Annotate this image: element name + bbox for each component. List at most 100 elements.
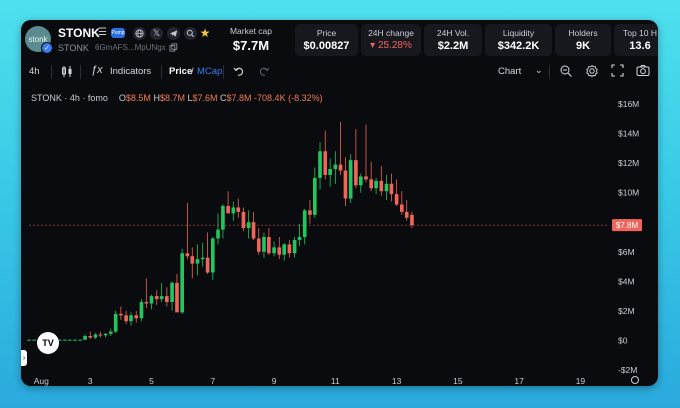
contract-address: 6GmAFS...MpUNgx bbox=[95, 43, 166, 52]
candle-body bbox=[119, 313, 123, 316]
candle-body bbox=[384, 183, 389, 192]
candle-body bbox=[389, 183, 394, 195]
legend-open-key: O bbox=[118, 93, 126, 103]
legend-high-value: $8.7M bbox=[159, 93, 185, 103]
candle-body bbox=[410, 214, 414, 226]
candle-body bbox=[205, 257, 210, 273]
candle-body bbox=[282, 244, 287, 255]
candle-body bbox=[364, 176, 368, 180]
x-tick-label: 19 bbox=[576, 376, 586, 386]
candle-body bbox=[73, 339, 77, 341]
ohlc-legend: STONK · 4h · fomo O$8.5M H$8.7M L$7.6M C… bbox=[31, 93, 323, 103]
stat-holders: Holders 9K bbox=[555, 24, 611, 56]
stat-24h-volume: 24H Vol. $2.2M bbox=[424, 24, 482, 56]
candle-body bbox=[272, 247, 276, 254]
candle-body bbox=[149, 296, 154, 304]
candle-body bbox=[287, 244, 292, 254]
candle-body bbox=[348, 160, 353, 199]
fullscreen-icon[interactable] bbox=[611, 64, 624, 80]
redo-icon[interactable] bbox=[258, 65, 270, 80]
x-tick-label: 15 bbox=[453, 376, 463, 386]
candle-type-icon[interactable] bbox=[61, 65, 73, 81]
chart-window: stonk ✓ STONK ☰ Pump 𝕏 ★ STONK 6GmAFS...… bbox=[21, 20, 658, 386]
candle-body bbox=[323, 151, 328, 175]
telegram-icon[interactable] bbox=[167, 27, 180, 40]
chart-type-dropdown[interactable]: Chart bbox=[498, 66, 521, 77]
candle-body bbox=[139, 302, 144, 319]
y-tick-label: $4M bbox=[618, 276, 635, 286]
candle-body bbox=[113, 313, 118, 332]
candle-body bbox=[103, 333, 108, 336]
zoom-icon[interactable] bbox=[559, 64, 573, 81]
legend-open-value: $8.5M bbox=[125, 93, 151, 103]
collapse-toggle[interactable]: › bbox=[21, 350, 27, 366]
candle-body bbox=[374, 180, 378, 189]
candle-body bbox=[221, 205, 225, 230]
tradingview-logo[interactable]: TV bbox=[37, 332, 59, 354]
candle-body bbox=[180, 253, 184, 313]
y-tick-label: -$2M bbox=[618, 365, 637, 375]
candle-body bbox=[358, 176, 363, 186]
search-icon[interactable] bbox=[184, 27, 197, 40]
candlestick-chart[interactable]: $16M$14M$12M$10M$8M$6M$4M$2M$0-$2MAug357… bbox=[21, 84, 658, 386]
candle-body bbox=[328, 169, 332, 175]
x-tick-label: 9 bbox=[272, 376, 277, 386]
y-tick-label: $6M bbox=[618, 247, 635, 257]
verified-check-icon: ✓ bbox=[41, 42, 53, 54]
top10-value: 13.6 bbox=[629, 40, 651, 52]
candle-body bbox=[32, 339, 37, 341]
candle-body bbox=[292, 239, 297, 254]
token-subsymbol: STONK bbox=[58, 43, 89, 53]
undo-icon[interactable] bbox=[233, 65, 245, 80]
chart-toolbar: 4h ƒx Indicators Price / MCap Chart ⌄ bbox=[21, 62, 658, 84]
y-tick-label: $16M bbox=[618, 99, 639, 109]
mcap-toggle[interactable]: MCap bbox=[197, 66, 222, 77]
y-tick-label: $2M bbox=[618, 306, 635, 316]
toolbar-divider bbox=[80, 65, 81, 79]
candle-body bbox=[313, 177, 317, 215]
chevron-down-icon[interactable]: ⌄ bbox=[535, 65, 543, 76]
legend-change: -708.4K (-8.32%) bbox=[254, 93, 323, 103]
axis-settings-icon bbox=[631, 376, 639, 384]
candle-body bbox=[267, 237, 271, 254]
candle-body bbox=[277, 247, 282, 255]
copy-icon[interactable] bbox=[168, 42, 178, 52]
indicators-icon[interactable]: ƒx bbox=[91, 64, 103, 76]
toolbar-divider bbox=[51, 65, 52, 79]
globe-icon[interactable] bbox=[133, 27, 146, 40]
x-tick-label: 17 bbox=[514, 376, 524, 386]
x-twitter-icon[interactable]: 𝕏 bbox=[150, 27, 163, 40]
candle-body bbox=[318, 151, 322, 178]
candle-body bbox=[165, 296, 169, 303]
x-tick-label: 7 bbox=[210, 376, 215, 386]
candle-body bbox=[226, 205, 230, 214]
volume-value: $2.2M bbox=[437, 40, 469, 52]
x-tick-label: 5 bbox=[149, 376, 154, 386]
pump-badge[interactable]: Pump bbox=[111, 28, 125, 38]
candle-body bbox=[210, 238, 215, 273]
legend-close-value: $7.8M bbox=[226, 93, 252, 103]
candle-body bbox=[338, 164, 343, 171]
candle-body bbox=[216, 229, 220, 239]
candle-body bbox=[93, 334, 98, 338]
x-tick-label: 11 bbox=[331, 376, 340, 386]
list-icon[interactable]: ☰ bbox=[98, 27, 107, 38]
candle-body bbox=[129, 315, 133, 322]
settings-gear-icon[interactable] bbox=[585, 64, 599, 81]
y-tick-label: $12M bbox=[618, 158, 639, 168]
candle-body bbox=[175, 282, 179, 313]
candle-body bbox=[67, 339, 72, 341]
camera-icon[interactable] bbox=[636, 64, 650, 80]
price-toggle[interactable]: Price bbox=[169, 66, 192, 77]
candle-body bbox=[262, 237, 266, 252]
stat-price: Price $0.00827 bbox=[295, 24, 358, 56]
candle-body bbox=[369, 179, 374, 189]
price-mcap-separator: / bbox=[191, 66, 194, 77]
stat-top10: Top 10 H 13.6 bbox=[614, 24, 658, 56]
candle-body bbox=[98, 334, 103, 336]
star-icon[interactable]: ★ bbox=[199, 26, 211, 40]
indicators-button[interactable]: Indicators bbox=[110, 66, 151, 77]
candle-body bbox=[124, 315, 128, 322]
toolbar-divider bbox=[223, 65, 224, 79]
interval-selector[interactable]: 4h bbox=[29, 66, 40, 77]
